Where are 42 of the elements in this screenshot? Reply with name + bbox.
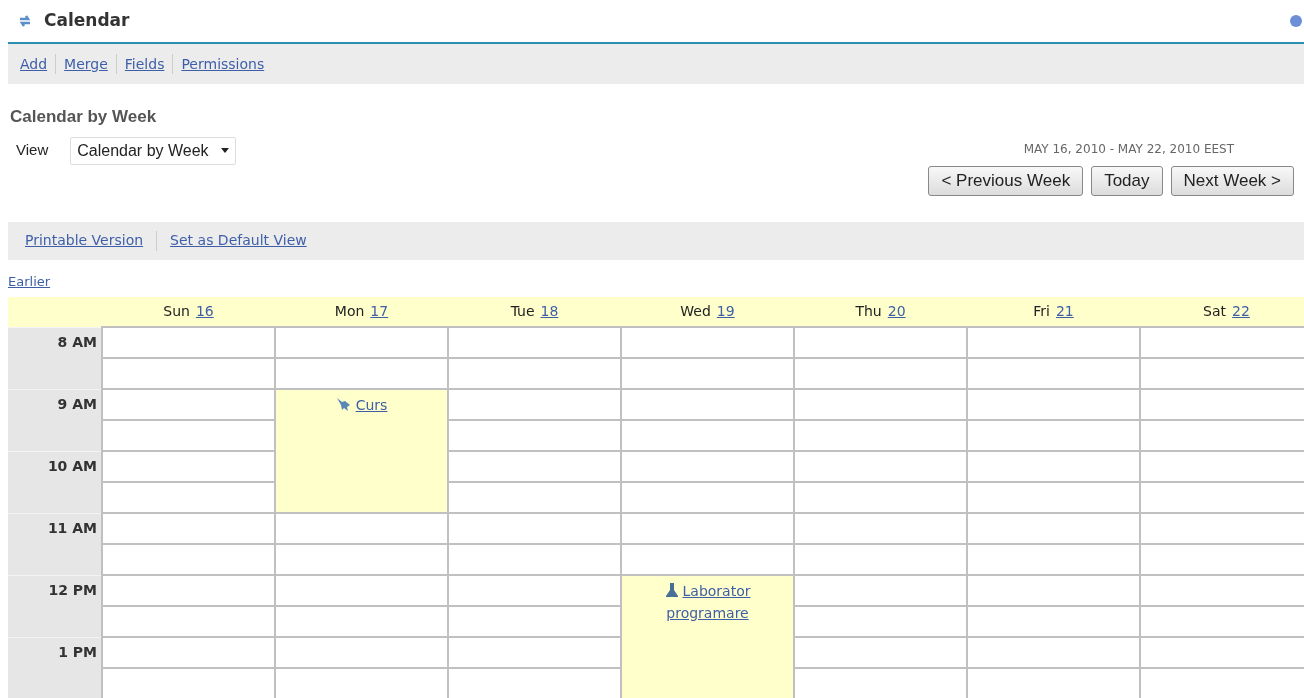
toolbar-link[interactable]: Permissions [181, 53, 265, 75]
pushpin-icon [335, 397, 352, 412]
caret-icon [220, 148, 229, 153]
hour-label: 11 AM [8, 513, 102, 575]
hour-label: 8 AM [8, 327, 102, 389]
hour-label: 10 AM [8, 451, 102, 513]
weekday-label: Sat [1203, 303, 1227, 319]
hour-label: 9 AM [8, 389, 102, 451]
date-link[interactable]: 20 [887, 303, 906, 319]
week-nav-button[interactable]: Today [1091, 165, 1163, 196]
date-range: MAY 16, 2010 - MAY 22, 2010 EEST [1023, 140, 1234, 158]
page-title: Calendar [44, 9, 130, 33]
hour-label: 1 PM [8, 637, 102, 698]
view-link[interactable]: Set as Default View [170, 230, 307, 251]
event-link[interactable]: Laborator programare [652, 580, 763, 624]
toolbar-link[interactable]: Add [20, 53, 48, 75]
weekday-label: Sun [163, 303, 190, 319]
earlier-link[interactable]: Earlier [8, 271, 51, 291]
hour-label: 12 PM [8, 575, 102, 637]
toolbar-link[interactable]: Merge [64, 53, 108, 75]
week-nav-button[interactable]: < Previous Week [928, 165, 1084, 196]
date-link[interactable]: 21 [1055, 303, 1074, 319]
date-link[interactable]: 22 [1232, 303, 1250, 319]
view-dropdown[interactable]: Calendar by Week [70, 136, 236, 165]
help-icon[interactable] [1290, 15, 1302, 27]
date-link[interactable]: 18 [540, 303, 559, 319]
toolbar-link[interactable]: Fields [124, 53, 165, 75]
weekday-label: Wed [680, 303, 711, 319]
date-link[interactable]: 16 [195, 303, 214, 319]
view-link[interactable]: Printable Version [25, 230, 144, 251]
refresh-icon [18, 14, 32, 28]
weekday-label: Fri [1033, 303, 1050, 319]
section-heading: Calendar by Week [10, 106, 158, 128]
view-label: View [16, 140, 49, 161]
event-link[interactable]: Curs [335, 394, 388, 416]
weekday-label: Tue [510, 303, 535, 319]
weekday-label: Thu [855, 303, 882, 319]
weekday-label: Mon [334, 303, 365, 319]
flask-icon [664, 583, 679, 597]
week-nav-button[interactable]: Next Week > [1170, 165, 1294, 196]
date-link[interactable]: 17 [370, 303, 389, 319]
date-link[interactable]: 19 [716, 303, 735, 319]
